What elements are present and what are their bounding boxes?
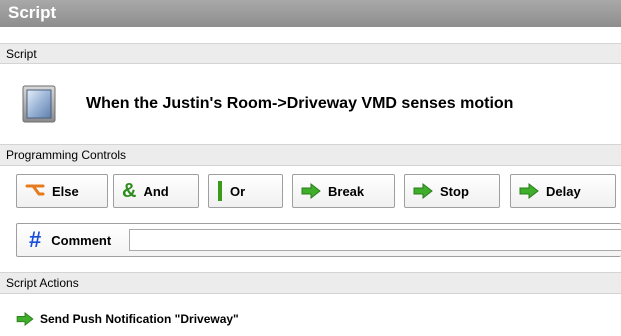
trigger-text: When the Justin's Room->Driveway VMD sen… [86,95,514,112]
or-button[interactable]: Or [208,174,283,208]
window-title: Script [0,0,621,27]
script-actions-header: Script Actions [0,272,621,294]
delay-button-label: Delay [546,183,581,199]
script-section-header: Script [0,43,621,64]
script-action-text: Send Push Notification "Driveway" [40,312,239,326]
else-button-label: Else [52,183,79,199]
bar-icon [217,181,223,201]
break-button[interactable]: Break [292,174,395,208]
else-branch-icon [25,183,45,199]
arrow-right-icon [519,183,539,199]
break-button-label: Break [328,183,365,199]
arrow-right-icon [413,183,433,199]
stop-button-label: Stop [440,183,469,199]
monitor-icon [16,85,62,123]
hash-icon: # [29,227,42,252]
ampersand-icon: & [122,180,137,202]
and-button[interactable]: & And [113,174,199,208]
arrow-right-icon [16,312,34,326]
script-action-item[interactable]: Send Push Notification "Driveway" [16,308,239,330]
else-button[interactable]: Else [16,174,108,208]
stop-button[interactable]: Stop [404,174,500,208]
arrow-right-icon [301,183,321,199]
comment-input[interactable] [129,229,621,251]
and-button-label: And [143,183,169,199]
comment-control: # Comment [16,223,621,257]
comment-label: Comment [51,232,112,248]
or-button-label: Or [230,183,246,199]
programming-controls-header: Programming Controls [0,144,621,166]
delay-button[interactable]: Delay [510,174,616,208]
script-trigger[interactable]: When the Justin's Room->Driveway VMD sen… [16,84,621,124]
